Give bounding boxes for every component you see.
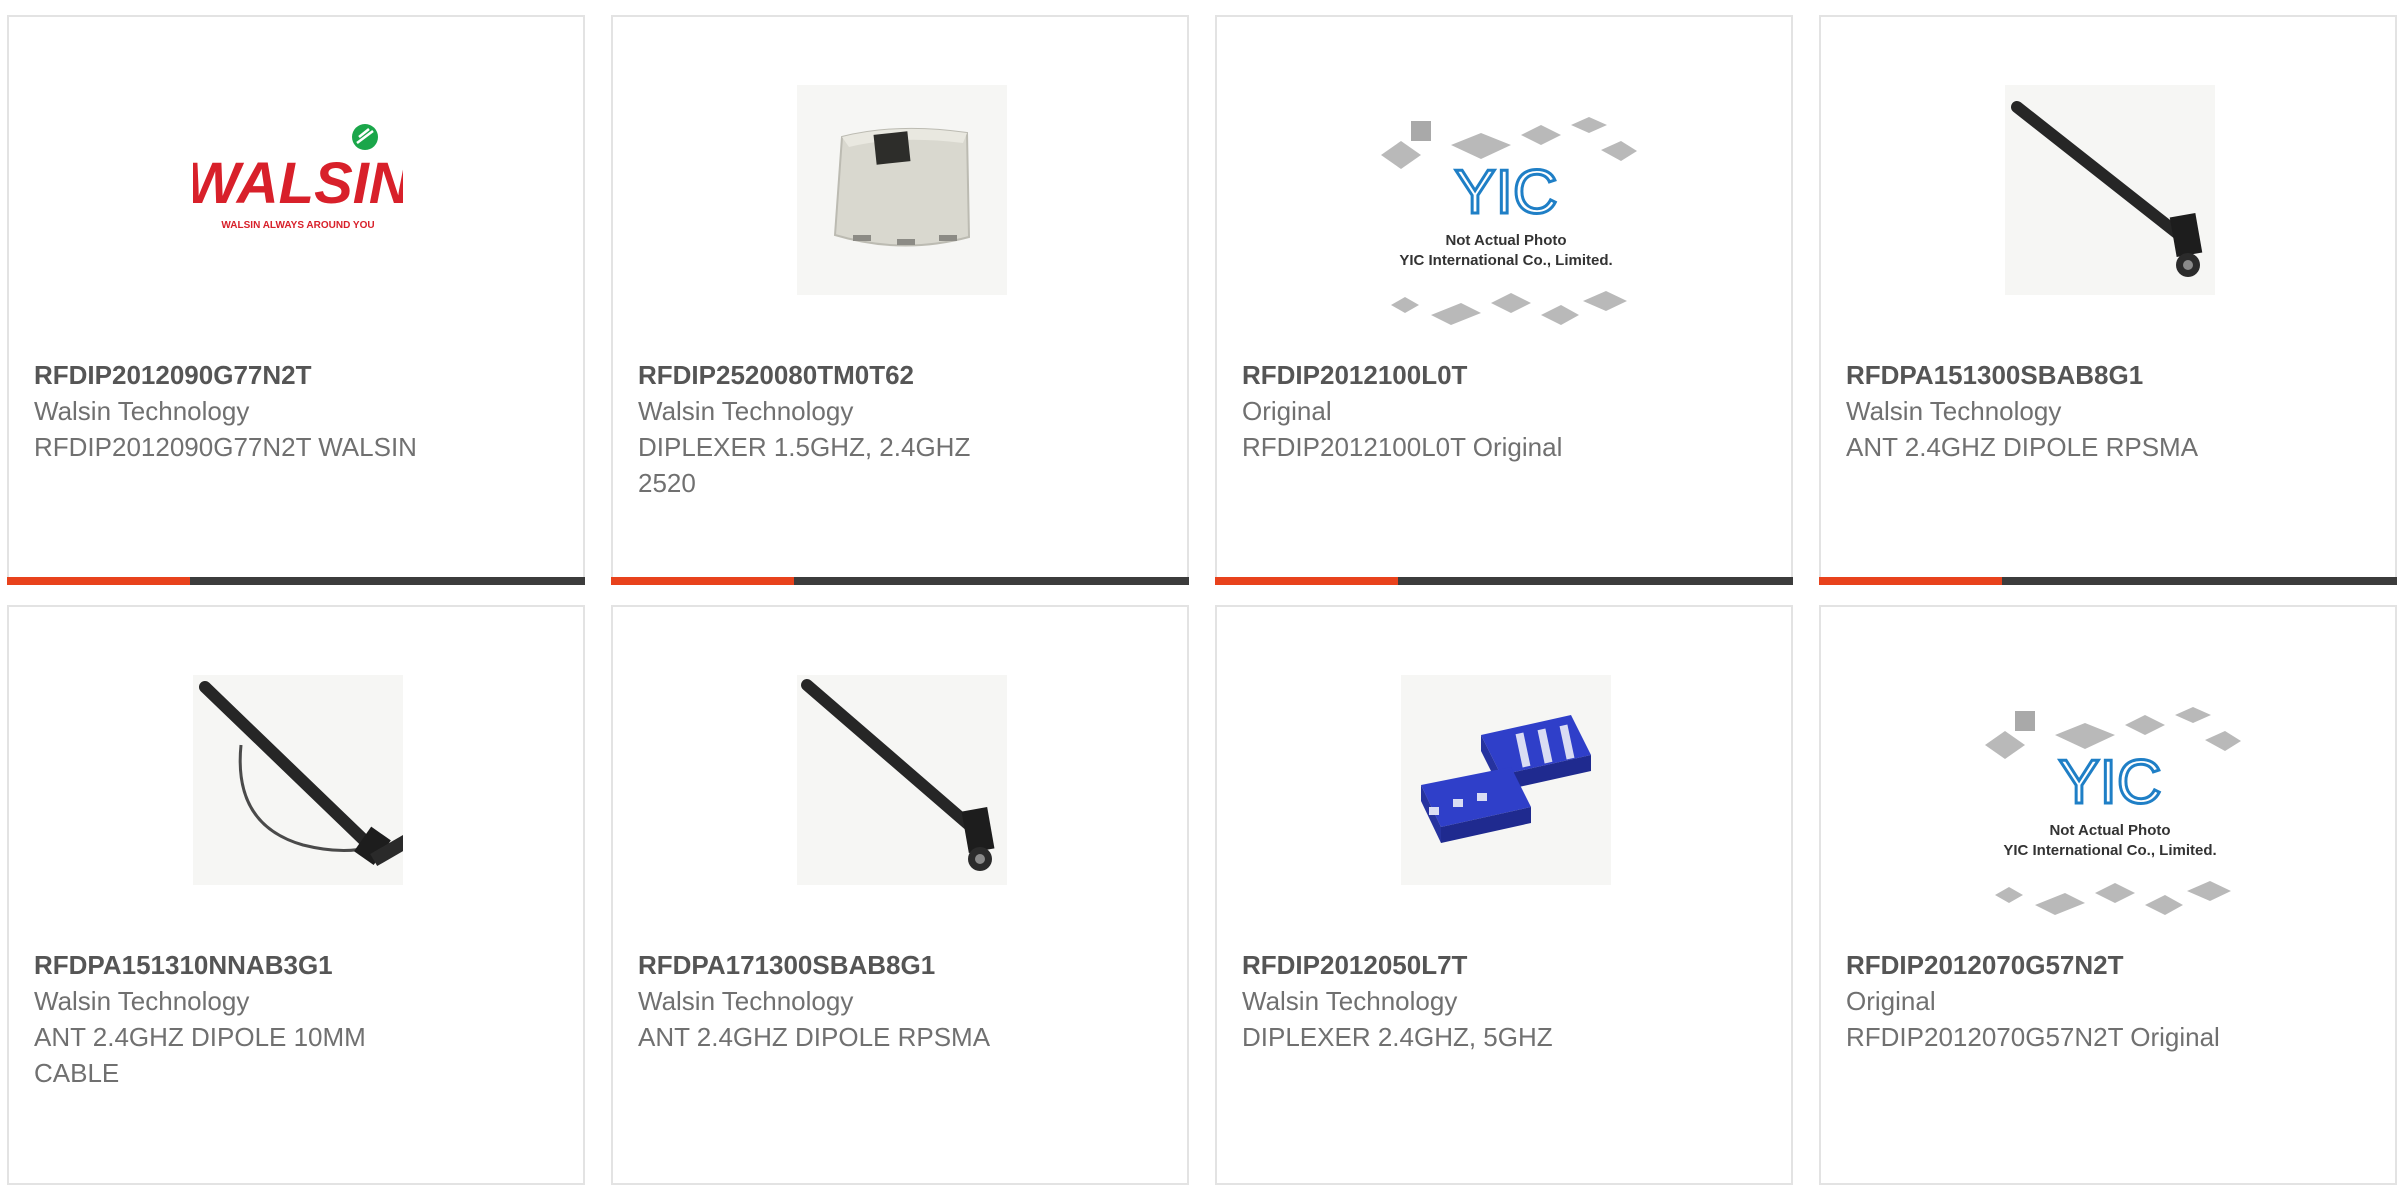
part-number[interactable]: RFDIP2012100L0T [1242, 357, 1672, 393]
yic-logo: YIC [2058, 748, 2161, 817]
part-number[interactable]: RFDIP2012050L7T [1242, 947, 1672, 983]
product-image-placeholder[interactable]: YIC Not Actual Photo YIC International C… [1975, 695, 2245, 935]
walsin-tagline: WALSIN ALWAYS AROUND YOU [221, 220, 374, 231]
placeholder-company: YIC International Co., Limited. [1399, 252, 1612, 269]
product-card[interactable]: RFDPA151300SBAB8G1 Walsin Technology ANT… [1819, 15, 2397, 585]
placeholder-note: Not Actual Photo [1445, 232, 1566, 249]
placeholder-note: Not Actual Photo [2049, 822, 2170, 839]
manufacturer: Walsin Technology [638, 396, 854, 426]
product-card[interactable]: WALSIN WALSIN ALWAYS AROUND YOU RFDIP201… [7, 15, 585, 585]
manufacturer: Walsin Technology [1846, 396, 2062, 426]
manufacturer: Walsin Technology [34, 986, 250, 1016]
description: RFDIP2012090G77N2T WALSIN [34, 432, 417, 462]
manufacturer: Original [1242, 396, 1332, 426]
part-number[interactable]: RFDIP2012070G57N2T [1846, 947, 2276, 983]
part-number[interactable]: RFDIP2012090G77N2T [34, 357, 464, 393]
description: ANT 2.4GHZ DIPOLE 10MM CABLE [34, 1022, 366, 1088]
card-accent-bar [1215, 577, 1793, 585]
product-image-ceramic-chip[interactable] [797, 85, 1007, 295]
walsin-logo: WALSIN [193, 151, 403, 216]
part-number[interactable]: RFDPA151300SBAB8G1 [1846, 357, 2276, 393]
placeholder-company: YIC International Co., Limited. [2003, 842, 2216, 859]
product-image-blue-chips[interactable] [1401, 675, 1611, 885]
product-card[interactable]: YIC Not Actual Photo YIC International C… [1819, 605, 2397, 1185]
description: ANT 2.4GHZ DIPOLE RPSMA [1846, 432, 2199, 462]
description: RFDIP2012070G57N2T Original [1846, 1022, 2220, 1052]
card-accent-bar [7, 577, 585, 585]
product-image-antenna-cable[interactable] [193, 675, 403, 885]
description: ANT 2.4GHZ DIPOLE RPSMA [638, 1022, 991, 1052]
manufacturer: Walsin Technology [1242, 986, 1458, 1016]
description: DIPLEXER 1.5GHZ, 2.4GHZ 2520 [638, 432, 971, 498]
card-accent-bar [1819, 577, 2397, 585]
part-number[interactable]: RFDIP2520080TM0T62 [638, 357, 1068, 393]
product-image-placeholder[interactable]: YIC Not Actual Photo YIC International C… [1371, 105, 1641, 345]
product-card[interactable]: RFDIP2012050L7T Walsin Technology DIPLEX… [1215, 605, 1793, 1185]
card-accent-bar [611, 577, 1189, 585]
product-grid: WALSIN WALSIN ALWAYS AROUND YOU RFDIP201… [0, 0, 2400, 1185]
description: DIPLEXER 2.4GHZ, 5GHZ [1242, 1022, 1553, 1052]
product-image-antenna[interactable] [2005, 85, 2215, 295]
manufacturer: Walsin Technology [638, 986, 854, 1016]
product-card[interactable]: RFDPA171300SBAB8G1 Walsin Technology ANT… [611, 605, 1189, 1185]
description: RFDIP2012100L0T Original [1242, 432, 1563, 462]
product-image-walsin-logo[interactable]: WALSIN WALSIN ALWAYS AROUND YOU [193, 85, 403, 295]
product-card[interactable]: YIC Not Actual Photo YIC International C… [1215, 15, 1793, 585]
product-image-antenna[interactable] [797, 675, 1007, 885]
part-number[interactable]: RFDPA171300SBAB8G1 [638, 947, 1068, 983]
part-number[interactable]: RFDPA151310NNAB3G1 [34, 947, 464, 983]
product-card[interactable]: RFDIP2520080TM0T62 Walsin Technology DIP… [611, 15, 1189, 585]
manufacturer: Original [1846, 986, 1936, 1016]
manufacturer: Walsin Technology [34, 396, 250, 426]
yic-logo: YIC [1454, 158, 1557, 227]
product-card[interactable]: RFDPA151310NNAB3G1 Walsin Technology ANT… [7, 605, 585, 1185]
